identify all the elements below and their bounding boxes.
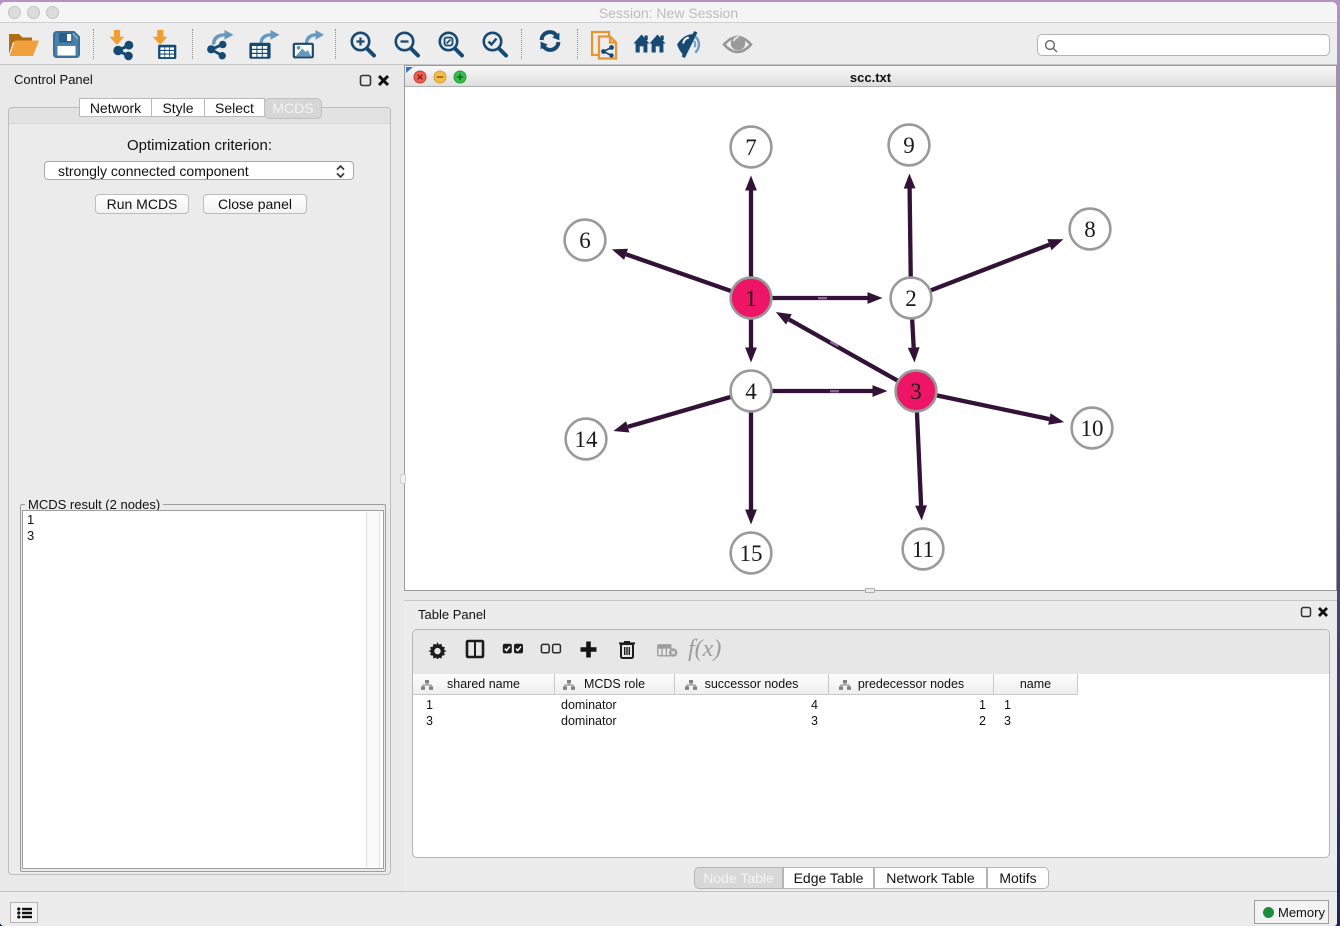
svg-text:4: 4 [745,379,757,404]
svg-text:14: 14 [575,427,599,452]
svg-text:15: 15 [740,541,763,566]
svg-text:7: 7 [745,135,757,160]
svg-text:9: 9 [903,133,915,158]
svg-text:3: 3 [910,379,922,404]
svg-text:1: 1 [745,286,757,311]
svg-text:10: 10 [1081,416,1104,441]
svg-text:2: 2 [905,286,917,311]
svg-text:8: 8 [1084,217,1096,242]
svg-text:11: 11 [912,537,934,562]
svg-text:6: 6 [579,228,591,253]
